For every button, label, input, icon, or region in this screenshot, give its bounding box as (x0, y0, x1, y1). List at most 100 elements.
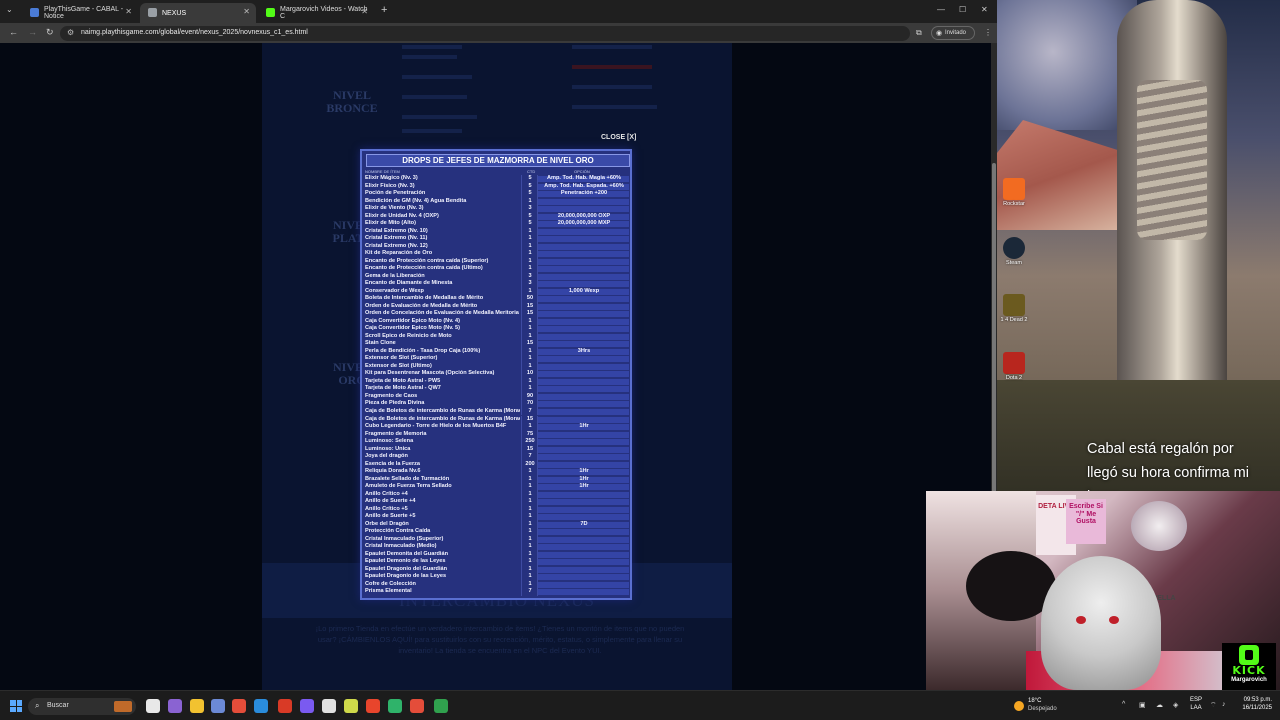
desktop-icon-rockstar[interactable]: Rockstar (999, 178, 1029, 207)
table-row: Cristal Extremo (Nv. 10) 1 (364, 227, 630, 236)
option-cell-bg (538, 251, 629, 258)
winrar-icon[interactable] (278, 699, 292, 713)
item-name: Caja Convertidor Épico Moto (Nv. 4) (365, 317, 460, 324)
tab-kick[interactable]: Margarovich Videos - Watch C ✕ (258, 3, 374, 23)
desktop-icon-dota2[interactable]: Dota 2 (999, 352, 1029, 381)
column-divider (537, 250, 538, 258)
maximize-icon[interactable]: ☐ (959, 5, 966, 14)
start-button[interactable] (10, 700, 22, 712)
column-divider (521, 392, 522, 401)
table-row: Reliquia Dorada Nv.6 1 1Hr (364, 468, 630, 476)
table-row: Joya del dragón 7 (364, 453, 630, 461)
whatsapp-icon[interactable] (410, 699, 424, 713)
forward-icon[interactable]: → (28, 27, 37, 37)
tab-nexus[interactable]: NEXUS ✕ (140, 3, 256, 23)
weather-temp: 18°C (1028, 698, 1042, 704)
site-info-icon[interactable]: ⚙ (67, 28, 74, 37)
reload-icon[interactable]: ↻ (46, 27, 54, 38)
column-divider (521, 310, 522, 318)
new-tab-icon[interactable]: + (381, 4, 387, 16)
tab-close-icon[interactable]: ✕ (243, 7, 250, 16)
option-cell-bg (538, 356, 629, 363)
column-divider (521, 528, 522, 536)
wallpaper-tower-detail (1137, 80, 1207, 240)
table-row: Bendición de GM (Nv. 4) Agua Bendita 1 (364, 197, 630, 206)
brave-icon[interactable] (232, 699, 246, 713)
item-name: Luminoso: Única (365, 445, 411, 452)
item-name: Elixir de Mito (Alto) (365, 220, 416, 227)
weather-widget[interactable]: 18°C Despejado (1012, 697, 1072, 717)
cast-icon[interactable]: ⧉ (916, 28, 922, 38)
item-qty: 1 (528, 265, 532, 272)
profile-button[interactable]: ◉ Invitado (931, 26, 975, 40)
item-qty: 5 (528, 182, 532, 189)
table-row: Gema de la Liberación 3 (364, 272, 630, 281)
item-name: Luminoso: Selena (365, 438, 414, 445)
discord-icon[interactable] (300, 699, 314, 713)
column-divider (521, 175, 522, 183)
table-row: Epaulet Demonio de las Leyes 1 (364, 558, 630, 566)
tray-cloud-icon[interactable]: ☁ (1156, 701, 1163, 709)
taskbar-search[interactable]: ⌕ Buscar (28, 698, 136, 715)
page-viewport: NIVEL BRONCE NIVEL PLATA NIVEL ORO INTER… (0, 43, 991, 690)
chrome-icon[interactable] (366, 699, 380, 713)
item-qty: 1 (528, 535, 532, 542)
browser-window: ⌄ PlayThisGame - CABAL - Notice ✕ NEXUS … (0, 0, 997, 690)
notes-icon[interactable] (434, 699, 448, 713)
language-indicator[interactable]: ESP LAA (1190, 696, 1202, 712)
globe-favicon-icon (148, 8, 157, 17)
left4dead-icon (1003, 294, 1025, 316)
item-qty: 5 (528, 190, 532, 197)
column-divider (521, 302, 522, 311)
tray-overflow-icon[interactable]: ^ (1122, 701, 1125, 708)
system-clock[interactable]: 09:53 p.m. 16/11/2025 (1236, 696, 1272, 712)
tab-close-icon[interactable]: ✕ (125, 7, 132, 16)
close-modal-link[interactable]: CLOSE [X] (601, 134, 636, 141)
item-name: Kit para Desentrenar Mascota (Opción Sel… (365, 370, 495, 377)
tab-strip: ⌄ PlayThisGame - CABAL - Notice ✕ NEXUS … (0, 0, 997, 23)
item-name: Cristal Inmaculado (Superior) (365, 535, 444, 542)
column-divider (537, 505, 538, 514)
item-qty: 7 (528, 453, 532, 460)
column-divider (537, 355, 538, 363)
column-divider (521, 242, 522, 251)
close-window-icon[interactable]: ✕ (981, 5, 988, 14)
column-divider (537, 197, 538, 206)
table-row: Tarjeta de Moto Astral - QW7 1 (364, 385, 630, 393)
address-bar[interactable]: ⚙ naimg.playthisgame.com/global/event/ne… (60, 26, 910, 41)
kick-app-icon[interactable] (322, 699, 336, 713)
chrome-alt-icon[interactable] (388, 699, 402, 713)
menu-icon[interactable]: ⋮ (984, 28, 992, 37)
file-explorer-icon[interactable] (190, 699, 204, 713)
tab-search-icon[interactable]: ⌄ (6, 5, 13, 14)
back-icon[interactable]: ← (9, 27, 18, 37)
volume-icon[interactable]: ♪ (1222, 701, 1226, 708)
table-row: Tarjeta de Moto Astral - PW5 1 (364, 377, 630, 386)
item-option: 20,000,000,000 MXP (557, 220, 611, 227)
item-name: Caja de Boletos de intercambio de Runas … (365, 407, 520, 414)
tray-shield-icon[interactable]: ◈ (1173, 701, 1178, 709)
minimize-icon[interactable]: — (937, 5, 945, 14)
table-row: Perla de Bendición - Tasa Drop Caja (100… (364, 347, 630, 356)
tab-close-icon[interactable]: ✕ (361, 7, 368, 16)
item-name: Cofre de Colección (365, 580, 416, 587)
obs-icon[interactable] (344, 699, 358, 713)
scrollbar-thumb[interactable] (992, 163, 996, 543)
desktop-icon-steam[interactable]: Steam (999, 237, 1029, 266)
item-qty: 1 (528, 197, 532, 204)
edge-icon[interactable] (254, 699, 268, 713)
tab-playthisgame[interactable]: PlayThisGame - CABAL - Notice ✕ (22, 3, 138, 23)
desktop-icon-l4d2[interactable]: 1 4 Dead 2 (999, 294, 1029, 323)
option-cell-bg (538, 311, 629, 318)
item-name: Caja de Boletos de intercambio de Runas … (365, 415, 520, 422)
widgets-icon[interactable] (146, 699, 160, 713)
tray-app-icon[interactable]: ▣ (1139, 701, 1146, 709)
item-qty: 5 (528, 212, 532, 219)
column-divider (537, 513, 538, 521)
network-icon[interactable]: ⌔ (1210, 701, 1217, 710)
option-cell-bg (538, 363, 629, 370)
search-icon: ⌕ (35, 701, 40, 710)
store-icon[interactable] (211, 699, 225, 713)
copilot-icon[interactable] (168, 699, 182, 713)
column-divider (521, 347, 522, 356)
